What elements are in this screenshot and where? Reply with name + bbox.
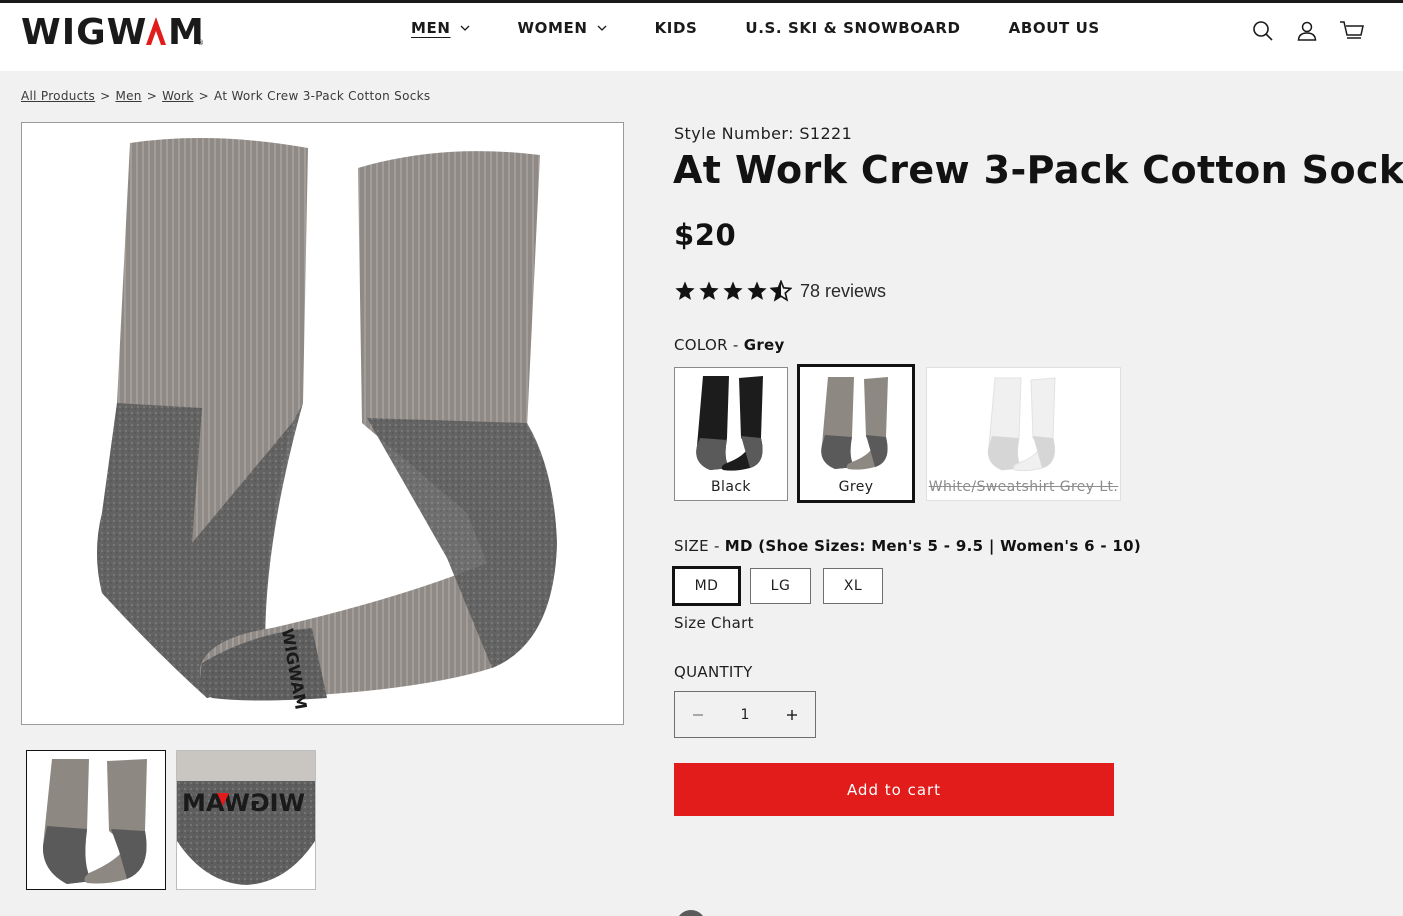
star-half-icon	[770, 280, 792, 302]
breadcrumb-separator: >	[198, 89, 210, 103]
chevron-down-icon	[597, 25, 607, 31]
breadcrumb-link-all-products[interactable]: All Products	[21, 89, 95, 103]
search-icon[interactable]	[1251, 19, 1275, 43]
grey-sock-image	[821, 377, 888, 470]
breadcrumb-separator: >	[100, 89, 111, 103]
nav-item-about-us[interactable]: ABOUT US	[1009, 19, 1100, 37]
nav-item-ski-snowboard[interactable]: U.S. SKI & SNOWBOARD	[745, 19, 960, 37]
sock-pair-thumbnail[interactable]	[26, 750, 166, 890]
size-chart-link[interactable]: Size Chart	[674, 614, 754, 632]
color-swatch-black[interactable]: Black	[674, 367, 788, 501]
product-title: At Work Crew 3-Pack Cotton Socks	[673, 148, 1403, 192]
color-label: COLOR - Grey	[674, 336, 785, 354]
swatch-label: Black	[711, 479, 751, 495]
breadcrumb-separator: >	[146, 89, 158, 103]
swatch-label: White/Sweatshirt Grey Lt.	[928, 479, 1119, 495]
breadcrumb-link-work[interactable]: Work	[162, 89, 194, 103]
sock-pair-thumbnail-image	[42, 759, 147, 884]
size-option-lg[interactable]: LG	[750, 568, 811, 604]
wigwam-logo[interactable]: WIGW M ®	[21, 11, 203, 51]
main-nav: MEN WOMEN KIDS U.S. SKI & SNOWBOARD ABOU…	[411, 17, 1148, 39]
reviews-link[interactable]: 78 reviews	[800, 281, 886, 302]
size-label: SIZE - MD (Shoe Sizes: Men's 5 - 9.5 | W…	[674, 537, 1141, 555]
nav-label: U.S. SKI & SNOWBOARD	[745, 19, 961, 37]
white-sock-image	[987, 377, 1056, 472]
black-sock-image	[696, 376, 763, 471]
star-full-icon	[699, 281, 719, 300]
nav-label: ABOUT US	[1008, 19, 1100, 37]
sock-toe-logo-thumbnail-image: WIGWAM	[177, 751, 315, 885]
account-icon[interactable]	[1295, 19, 1319, 43]
chevron-down-icon	[460, 25, 469, 31]
breadcrumb: All Products > Men > Work > At Work Crew 3-Pac…	[21, 89, 430, 103]
selected-size-desc: MD (Shoe Sizes: Men's 5 - 9.5 | Women's …	[724, 537, 1142, 555]
star-full-icon	[723, 281, 743, 300]
nav-item-women[interactable]: WOMEN	[518, 19, 607, 37]
svg-text:WIGWAM: WIGWAM	[182, 789, 305, 817]
add-to-cart-button[interactable]: Add to cart	[674, 763, 1114, 816]
quantity-stepper	[674, 691, 816, 738]
breadcrumb-link-men[interactable]: Men	[115, 89, 141, 103]
style-number: Style Number: S1221	[674, 124, 853, 143]
color-swatch-grey[interactable]: Grey	[797, 364, 915, 503]
nav-item-kids[interactable]: KIDS	[655, 19, 698, 37]
breadcrumb-current: At Work Crew 3-Pack Cotton Socks	[214, 89, 431, 103]
nav-item-men[interactable]: MEN	[411, 19, 470, 37]
main-product-image[interactable]: WIGWAM	[21, 122, 624, 725]
nav-label: KIDS	[654, 19, 698, 37]
svg-text:WIGW: WIGW	[21, 12, 147, 51]
nav-label: WOMEN	[517, 19, 588, 37]
size-option-xl[interactable]: XL	[823, 568, 883, 604]
partial-circle-button[interactable]	[676, 910, 706, 916]
color-swatch-white-sweatshirt-grey[interactable]: White/Sweatshirt Grey Lt.	[926, 367, 1121, 501]
quantity-decrease-button[interactable]	[675, 692, 721, 737]
svg-text:®: ®	[197, 39, 203, 47]
star-full-icon	[675, 281, 695, 300]
product-price: $20	[674, 218, 737, 252]
size-option-md[interactable]: MD	[672, 566, 741, 606]
product-rating[interactable]: 78 reviews	[674, 278, 886, 304]
sock-toe-logo-thumbnail[interactable]: WIGWAM	[176, 750, 316, 890]
sock-pair-image: WIGWAM	[97, 138, 557, 711]
quantity-increase-button[interactable]	[769, 692, 815, 737]
quantity-label: QUANTITY	[674, 663, 753, 681]
minus-icon	[693, 713, 703, 716]
swatch-label: Grey	[838, 479, 874, 495]
star-full-icon	[747, 281, 767, 300]
size-label-prefix: SIZE -	[674, 537, 720, 555]
site-header: WIGW M ® MEN WOMEN KIDS U.S. SKI & SNOWB…	[0, 0, 1403, 71]
nav-label: MEN	[411, 19, 451, 37]
selected-color: Grey	[743, 336, 785, 354]
quantity-input[interactable]	[721, 692, 769, 737]
color-label-prefix: COLOR -	[674, 336, 739, 354]
cart-icon[interactable]	[1339, 19, 1365, 43]
plus-icon	[787, 709, 797, 720]
